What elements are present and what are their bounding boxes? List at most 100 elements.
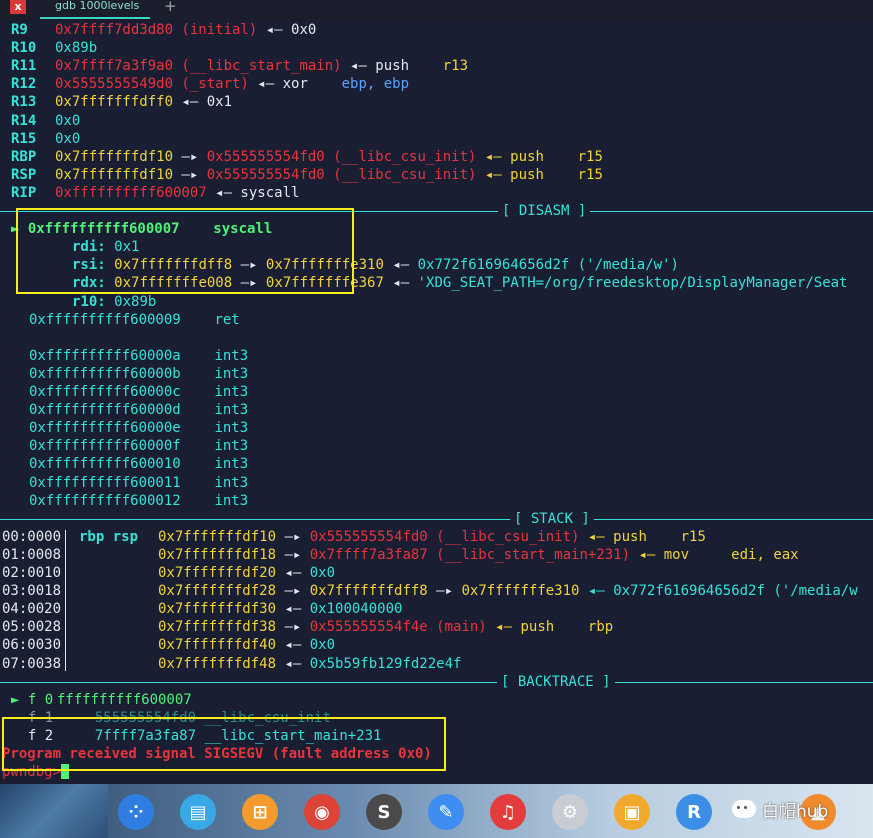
separator-line: [0, 681, 497, 683]
instruction-address: 0xffffffffff60000b: [29, 365, 181, 382]
instruction-mnemonic: int3: [214, 474, 249, 491]
arg-register: r10:: [72, 293, 106, 310]
instruction-address: 0xffffffffff60000d: [29, 402, 181, 419]
register-value: 0x0: [55, 130, 81, 147]
register-name: RIP: [11, 184, 37, 201]
file-manager-icon[interactable]: ▤: [180, 794, 216, 830]
register-name: R15: [11, 130, 37, 147]
disasm-line: 0xffffffffff60000a int3: [29, 347, 248, 365]
register-annotation: —▸: [173, 148, 207, 165]
instruction-address: 0xffffffffff60000c: [29, 384, 181, 400]
syscall-arg-row: r10: 0x89b: [72, 293, 156, 311]
stack-row: 04:0020 0x7fffffffdf30 ◂— 0x100040000: [2, 600, 402, 618]
stack-value: 0x5b59fb129fd22e4f: [309, 655, 462, 672]
backtrace-frame: ► f 0 ffffffffff600007: [11, 691, 192, 709]
stack-annotation: ◂— push rbp: [486, 619, 614, 636]
register-row: R15 0x0: [11, 130, 80, 148]
watermark: 白帽hub: [732, 794, 828, 824]
register-row: R13 0x7fffffffdff0 ◂— 0x1: [11, 93, 232, 111]
instruction-mnemonic: int3: [214, 384, 249, 400]
instruction-address: 0xffffffffff60000a: [29, 347, 181, 364]
frame-address: ffffffffff600007: [56, 691, 192, 708]
instruction-address: 0xffffffffff600011: [29, 474, 181, 491]
disasm-line: 0xffffffffff600010 int3: [29, 455, 248, 473]
instruction-mnemonic: int3: [214, 402, 249, 419]
arg-value: 0x89b: [114, 293, 157, 310]
sublime-text-icon[interactable]: S: [366, 794, 402, 830]
backtrace-separator: [ BACKTRACE ]: [0, 673, 873, 691]
register-value: 0x7ffff7a3f9a0 (__libc_start_main): [55, 58, 342, 75]
register-row: R14 0x0: [11, 112, 80, 130]
watermark-text: 白帽hub: [762, 801, 829, 822]
register-value: 0x7ffff7dd3d80 (initial): [55, 22, 258, 38]
stack-value: 0x555555554fd0 (__libc_csu_init): [309, 528, 580, 545]
separator-line: [0, 518, 510, 520]
separator-line: [593, 518, 873, 520]
instruction-mnemonic: int3: [214, 456, 249, 473]
editor-icon[interactable]: ✎: [428, 794, 464, 830]
instruction-address: 0xffffffffff60000e: [29, 420, 181, 437]
register-extra: r13: [409, 58, 469, 75]
disasm-line: 0xffffffffff60000b int3: [29, 365, 248, 383]
register-name: R13: [11, 94, 37, 111]
close-tab-icon[interactable]: x: [10, 0, 26, 14]
stack-row: 02:0010 0x7fffffffdf20 ◂— 0x0: [2, 564, 335, 582]
chrome-icon[interactable]: ◉: [304, 794, 340, 830]
register-extra: 0x555555554fd0 (__libc_csu_init): [206, 148, 477, 165]
instruction-address: 0xffffffffff600010: [29, 456, 181, 473]
disasm-line: 0xffffffffff60000e int3: [29, 419, 248, 437]
register-row: R12 0x5555555549d0 (_start) ◂— xor ebp, e…: [11, 75, 409, 93]
arg-deref: 'XDG_SEAT_PATH=/org/freedesktop/DisplayM…: [417, 275, 848, 292]
stack-value: 0x555555554f4e (main): [309, 619, 487, 636]
register-value: 0x0: [55, 112, 81, 129]
register-extra: ebp, ebp: [307, 76, 410, 93]
disasm-line: 0xffffffffff60000f int3: [29, 437, 248, 455]
new-tab-icon[interactable]: +: [164, 0, 177, 15]
terminal-tab[interactable]: gdb 1000levels: [40, 0, 150, 19]
stack-value: 0x7fffffffdff8: [309, 583, 428, 600]
stack-value: 0x0: [309, 565, 336, 581]
workspace-icon[interactable]: ▣: [614, 794, 650, 830]
register-row: R11 0x7ffff7a3f9a0 (__libc_start_main) ◂—…: [11, 57, 468, 75]
register-row: RIP 0xffffffffff600007 ◂— syscall: [11, 184, 299, 202]
pointer-arrow: —▸: [276, 546, 310, 563]
stack-offset: 06:0030: [2, 637, 62, 654]
r-app-icon[interactable]: R: [676, 794, 712, 830]
disasm-line: 0xffffffffff600012 int3: [29, 492, 248, 510]
launcher-icon[interactable]: ⁘: [118, 794, 154, 830]
stack-offset: 05:0028: [2, 619, 62, 636]
stack-address: 0x7fffffffdf20: [158, 565, 277, 581]
instruction-mnemonic: int3: [214, 492, 249, 509]
stack-row: 03:0018 0x7fffffffdf28 —▸ 0x7fffffffdff8 …: [2, 582, 858, 600]
register-value: 0x7fffffffdf10: [55, 166, 174, 183]
terminal-output[interactable]: R9 0x7ffff7dd3d80 (initial) ◂— 0x0 R10 0x89…: [0, 21, 873, 784]
stack-offset: 03:0018: [2, 583, 62, 600]
app-store-icon[interactable]: ⊞: [242, 794, 278, 830]
instruction-mnemonic: int3: [214, 347, 249, 364]
pointer-arrow: ◂—: [276, 637, 310, 654]
stack-value: 0x100040000: [309, 601, 403, 618]
stack-registers: rbp rsp: [79, 528, 139, 545]
register-annotation: ◂— 0x1: [173, 94, 233, 111]
arg-deref: 0x772f616964656d2f ('/media/w'): [417, 257, 679, 274]
music-icon[interactable]: ♫: [490, 794, 526, 830]
pointer-arrow: ◂—: [276, 565, 310, 581]
stack-row: 00:0000 rbp rsp 0x7fffffffdf10 —▸ 0x555555…: [2, 528, 706, 546]
pointer-arrow: —▸: [276, 619, 310, 636]
instruction-address: 0xffffffffff600012: [29, 492, 181, 509]
highlight-box-syscall-args: [16, 208, 354, 294]
pointer-arrow: ◂—: [276, 655, 310, 672]
stack-offset: 01:0008: [2, 546, 62, 563]
settings-icon[interactable]: ⚙: [552, 794, 588, 830]
register-annotation: —▸: [173, 166, 207, 183]
register-value: 0x7fffffffdf10: [55, 148, 174, 165]
stack-deref: ◂— 0x772f616964656d2f ('/media/w: [579, 583, 858, 600]
register-name: R10: [11, 40, 37, 57]
instruction-address: 0xffffffffff60000f: [29, 438, 181, 455]
register-value: 0x7fffffffdff0: [55, 94, 174, 111]
